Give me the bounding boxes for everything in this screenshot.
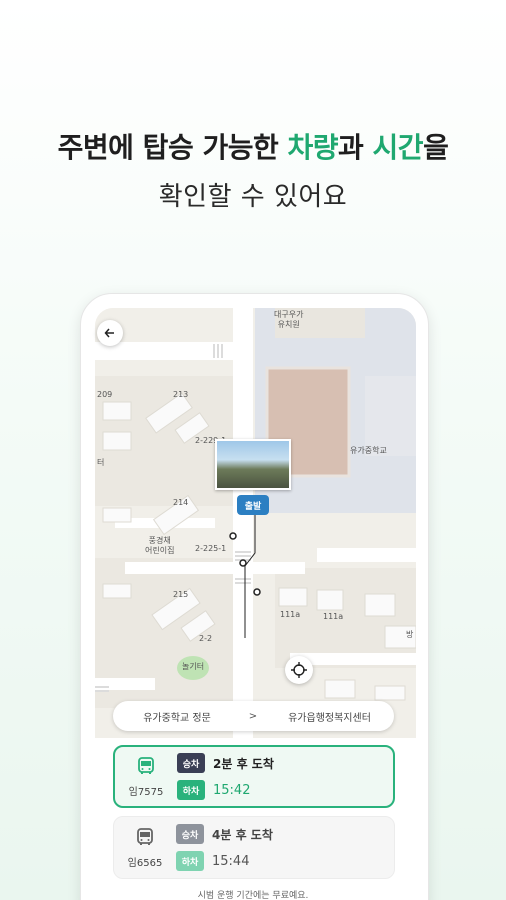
map-label-213: 213 [173, 390, 189, 399]
alight-time: 15:42 [213, 782, 251, 798]
map-label-school: 유가중학교 [350, 446, 387, 455]
map-view[interactable]: 대구우가 유치원 유가중학교 213 214 215 풍경채 어린이집 209 2-… [95, 308, 416, 738]
route-origin: 유가중학교 정문 [143, 712, 211, 724]
map-label-street-4: 2-2 [199, 634, 213, 643]
alight-time: 15:44 [212, 853, 250, 869]
headline-text-3: 을 [423, 131, 449, 164]
map-label-park: 놀기터 [182, 662, 205, 671]
footnote: 시범 운행 기간에는 무료예요. [197, 891, 309, 900]
crosshair-icon [291, 662, 307, 678]
my-location-button[interactable] [285, 656, 313, 684]
alight-badge: 하차 [177, 780, 205, 800]
chevron-right-icon: > [248, 710, 258, 722]
map-label-214: 214 [173, 498, 189, 507]
phone-frame: 대구우가 유치원 유가중학교 213 214 215 풍경채 어린이집 209 2-… [80, 293, 429, 900]
map-label-111a-2: 111a [323, 612, 344, 621]
map-label-pal: 방 [406, 630, 414, 639]
route-bar[interactable]: 유가중학교 정문 > 유가읍행정복지센터 [113, 701, 394, 731]
headline-emphasis-2: 시간 [372, 131, 424, 164]
headline: 주변에 탑승 가능한 차량과 시간을 [0, 126, 506, 166]
street-view-thumbnail[interactable] [215, 439, 291, 490]
back-button[interactable] [97, 320, 123, 346]
headline-text-2: 과 [338, 131, 373, 164]
route-destination: 유가읍행정복지센터 [288, 712, 371, 724]
map-label-daycare: 풍경채 어린이집 [145, 536, 175, 555]
alight-badge: 하차 [176, 851, 204, 871]
map-label-kindergarten: 대구우가 유치원 [274, 310, 304, 329]
bus-number: 임6565 [127, 858, 163, 869]
board-badge: 승차 [177, 753, 205, 773]
arrow-left-icon [104, 328, 114, 338]
arrival-text: 2분 후 도착 [213, 756, 274, 771]
board-badge: 승차 [176, 824, 204, 844]
map-label-street-3: 2-225-1 [195, 544, 227, 553]
map-canvas [95, 308, 416, 738]
start-marker[interactable]: 출발 [237, 495, 269, 515]
map-label-215: 215 [173, 590, 189, 599]
arrival-text: 4분 후 도착 [212, 827, 273, 842]
bus-card[interactable]: 임7575 승차 2분 후 도착 하차 15:42 [113, 745, 395, 808]
bus-icon [135, 755, 157, 777]
map-label-209: 209 [97, 390, 113, 399]
bus-number: 임7575 [128, 787, 164, 798]
map-label-111a: 111a [280, 610, 301, 619]
headline-emphasis: 차량 [287, 131, 339, 164]
headline-text: 주변에 탑승 가능한 [57, 131, 288, 164]
subheadline: 확인할 수 있어요 [158, 182, 348, 212]
bus-card[interactable]: 임6565 승차 4분 후 도착 하차 15:44 [113, 816, 395, 879]
map-label-ter: 터 [97, 458, 105, 467]
bus-icon [134, 826, 156, 848]
